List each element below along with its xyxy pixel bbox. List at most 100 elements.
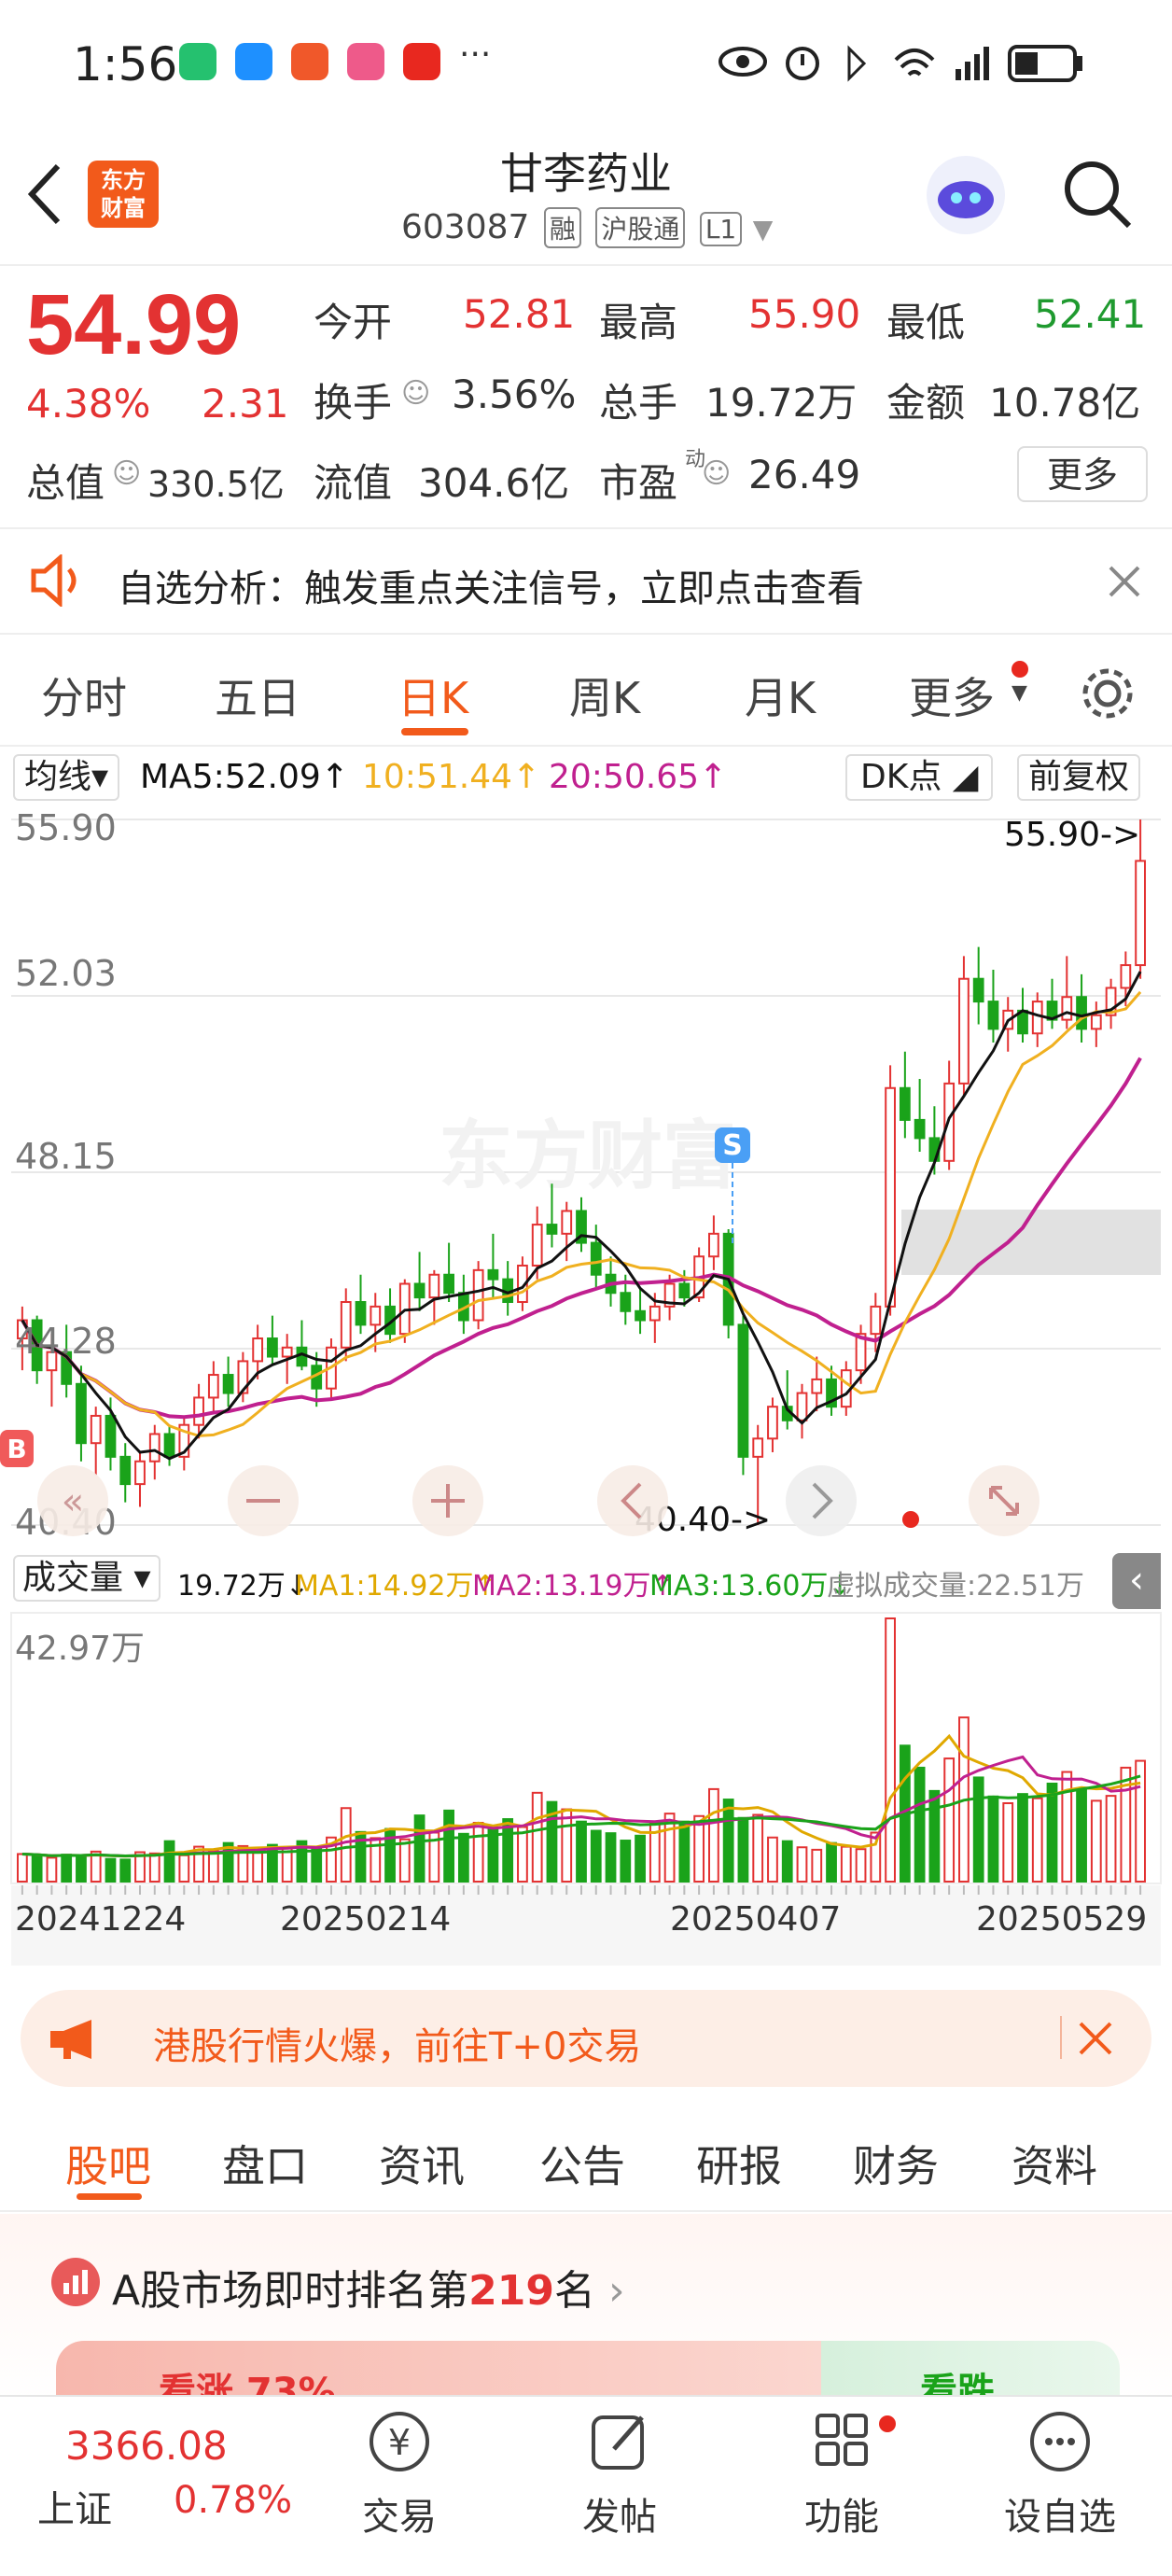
- candle: [987, 1001, 999, 1030]
- candle: [267, 1337, 278, 1358]
- banner-divider: [1060, 2016, 1062, 2059]
- ma10-readout: 10:51.44↑: [362, 758, 541, 796]
- tab-orderbook[interactable]: 盘口: [222, 2133, 308, 2194]
- chart-watermark: 东方财富: [439, 1113, 737, 1199]
- volume-bar: [178, 1854, 190, 1883]
- volume-bar: [1105, 1795, 1117, 1883]
- tab-profile[interactable]: 资料: [1012, 2133, 1097, 2194]
- close-icon[interactable]: [1107, 564, 1142, 599]
- volume-bar: [119, 1858, 132, 1883]
- event-dot: [902, 1511, 919, 1528]
- volume-bar: [16, 1853, 28, 1883]
- volume-bar: [781, 1840, 793, 1883]
- candle: [870, 1305, 882, 1336]
- market-rank-text[interactable]: A股市场即时排名第219名 ›: [112, 2257, 625, 2317]
- volume-bar: [855, 1848, 867, 1883]
- change-percent: 4.38%: [26, 381, 151, 427]
- tab-intraday[interactable]: 分时: [41, 665, 127, 726]
- tab-announcements[interactable]: 公告: [539, 2133, 625, 2194]
- y-tick-label: 44.28: [15, 1321, 117, 1362]
- candle: [134, 1460, 146, 1486]
- volume-bar: [767, 1836, 778, 1883]
- volume-chart[interactable]: 42.97万 20241224 20250214 20250407 202505…: [0, 1611, 1172, 1966]
- candle: [1031, 1001, 1043, 1035]
- candle: [76, 1382, 87, 1445]
- volume-bar: [678, 1820, 691, 1883]
- volume-bar: [61, 1854, 73, 1883]
- system-status-icons: [719, 45, 1082, 82]
- stock-code: 603087: [401, 208, 530, 246]
- candle: [796, 1392, 808, 1421]
- volume-bar: [311, 1846, 323, 1883]
- level-tag: L1: [699, 212, 743, 246]
- volume-bar: [693, 1814, 705, 1883]
- tab-forum[interactable]: 股吧: [65, 2133, 151, 2194]
- candle: [811, 1378, 823, 1394]
- high-value: 55.90: [748, 291, 861, 337]
- info-icon[interactable]: ☺: [702, 457, 731, 490]
- more-button[interactable]: 更多: [1017, 446, 1148, 502]
- tab-news[interactable]: 资讯: [379, 2133, 465, 2194]
- add-watchlist-button[interactable]: 设自选: [985, 2408, 1135, 2541]
- status-bar: 1:56 ···: [0, 0, 1172, 131]
- bear-bar[interactable]: 看跌: [821, 2341, 1120, 2397]
- candle: [708, 1232, 719, 1258]
- search-icon[interactable]: [1060, 157, 1135, 231]
- volume-bar: [590, 1829, 602, 1883]
- tab-monthly-k[interactable]: 月K: [745, 665, 816, 726]
- volume-bar: [972, 1776, 984, 1883]
- candle: [443, 1273, 454, 1295]
- adjust-button[interactable]: 前复权: [1017, 754, 1141, 801]
- volume-bar: [517, 1826, 528, 1883]
- scroll-right-icon[interactable]: [786, 1465, 857, 1536]
- trade-button[interactable]: ¥ 交易: [325, 2408, 474, 2541]
- amount-label: 金额: [886, 380, 966, 426]
- volume-bar: [443, 1809, 454, 1883]
- candlestick-chart[interactable]: 东方财富 55.90 52.03 48.15 44.28 40.40 55.90…: [0, 808, 1172, 1546]
- float-label: 流值: [314, 460, 393, 506]
- tab-more[interactable]: 更多: [909, 665, 995, 726]
- tab-research[interactable]: 研报: [696, 2133, 782, 2194]
- shopping-app-icon: [347, 43, 384, 80]
- scroll-left-icon[interactable]: [597, 1465, 668, 1536]
- indicator-selector[interactable]: 均线▾: [13, 754, 120, 801]
- grid-icon: [816, 2414, 868, 2466]
- y-tick-label: 52.03: [15, 953, 117, 994]
- candle: [914, 1118, 926, 1140]
- info-icon[interactable]: ☺: [112, 457, 141, 490]
- pe-label: 市盈: [599, 460, 678, 506]
- buy-signal-label: B: [7, 1434, 26, 1464]
- open-label: 今开: [314, 300, 393, 345]
- volume-bar: [148, 1852, 160, 1883]
- tab-daily-k[interactable]: 日K: [398, 665, 468, 726]
- y-tick-label: 48.15: [15, 1136, 117, 1177]
- tab-weekly-k[interactable]: 周K: [569, 665, 640, 726]
- candle: [899, 1086, 911, 1121]
- close-icon[interactable]: [1077, 2020, 1114, 2057]
- x-date-label: 20241224: [15, 1900, 186, 1939]
- trade-icon: ¥: [370, 2412, 429, 2471]
- index-value[interactable]: 3366.08: [65, 2423, 228, 2469]
- candle: [885, 1086, 896, 1308]
- connect-tag: 沪股通: [595, 207, 686, 248]
- volume-indicator-selector[interactable]: 成交量 ▾: [13, 1555, 160, 1602]
- volume-bar: [576, 1820, 587, 1883]
- index-name[interactable]: 上证: [37, 2479, 112, 2533]
- virtual-volume-readout: 虚拟成交量:22.51万: [827, 1570, 1084, 1603]
- caret-down-icon[interactable]: ▼: [753, 214, 774, 245]
- candle: [340, 1301, 352, 1349]
- candle: [752, 1437, 764, 1458]
- info-icon[interactable]: ☺: [401, 377, 430, 410]
- volume-bar: [737, 1816, 749, 1883]
- stock-code-row: 603087 融 沪股通 L1 ▼: [401, 207, 773, 248]
- turnover-value: 3.56%: [452, 371, 577, 417]
- bull-bar[interactable]: 看涨 73%: [56, 2341, 821, 2397]
- volume-bar: [826, 1841, 837, 1883]
- robot-assistant-icon[interactable]: [922, 151, 1010, 239]
- collapse-icon[interactable]: ‹: [1112, 1553, 1161, 1609]
- post-button[interactable]: 发帖: [545, 2408, 694, 2541]
- gear-icon[interactable]: [1079, 665, 1137, 722]
- tab-finance[interactable]: 财务: [853, 2133, 939, 2194]
- dk-point-button[interactable]: DK点 ◢: [845, 754, 994, 801]
- tab-five-day[interactable]: 五日: [215, 665, 300, 726]
